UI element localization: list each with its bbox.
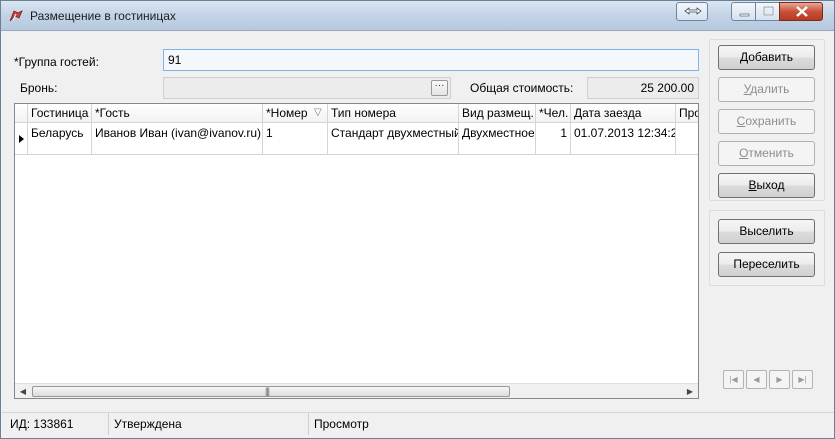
relocate-button[interactable]: Переселить xyxy=(718,252,815,277)
last-record-icon[interactable]: ▶| xyxy=(792,370,813,389)
column-header-placement[interactable]: Вид размещ. xyxy=(459,104,536,123)
delete-button-label: далить xyxy=(750,82,790,96)
exit-button[interactable]: Выход xyxy=(718,173,815,198)
cell-room-type[interactable]: Стандарт двухместный xyxy=(328,123,459,155)
bron-field[interactable] xyxy=(163,77,451,99)
cell-more[interactable] xyxy=(676,123,698,155)
total-label: Общая стоимость: xyxy=(470,81,574,95)
next-record-icon[interactable]: ▶ xyxy=(769,370,790,389)
row-indicator-header xyxy=(15,104,28,123)
column-header-guest[interactable]: *Гость xyxy=(92,104,263,123)
close-icon[interactable] xyxy=(779,2,823,21)
column-header-checkin[interactable]: Дата заезда xyxy=(571,104,676,123)
scroll-grip-icon: ||| xyxy=(265,386,270,396)
cell-guest[interactable]: Иванов Иван (ivan@ivanov.ru) xyxy=(92,123,263,155)
column-header-more[interactable]: Про xyxy=(676,104,698,123)
cell-hotel[interactable]: Беларусь xyxy=(28,123,92,155)
add-button[interactable]: Добавить xyxy=(718,45,815,70)
restore-arrows-icon[interactable] xyxy=(676,2,708,21)
group-field[interactable]: 91 xyxy=(163,49,699,71)
first-record-icon[interactable]: |◀ xyxy=(723,370,744,389)
cell-room[interactable]: 1 xyxy=(263,123,328,155)
group-label: *Группа гостей: xyxy=(14,55,99,69)
add-button-hotkey: Д xyxy=(739,50,749,64)
scroll-left-icon[interactable]: ◀ xyxy=(17,386,29,397)
bron-label: Бронь: xyxy=(20,81,58,95)
evict-button[interactable]: Выселить xyxy=(718,219,815,244)
column-header-room-label: *Номер xyxy=(266,106,308,120)
ellipsis-button[interactable]: ··· xyxy=(431,80,448,96)
status-mode: Просмотр xyxy=(314,417,369,431)
row-pointer-icon xyxy=(19,135,24,143)
prev-record-icon[interactable]: ◀ xyxy=(746,370,767,389)
sort-filter-icon[interactable]: ▽ xyxy=(314,107,322,118)
save-button-label: охранить xyxy=(745,114,797,128)
column-header-room[interactable]: *Номер ▽ xyxy=(263,104,328,123)
scroll-right-icon[interactable]: ▶ xyxy=(684,386,696,397)
scroll-thumb[interactable]: ||| xyxy=(32,386,510,397)
grid-header: Гостиница *Гость *Номер ▽ Тип номера Вид… xyxy=(15,104,698,123)
cancel-button-label: тменить xyxy=(748,146,794,160)
column-header-persons[interactable]: *Чел. xyxy=(536,104,571,123)
status-id: ИД: 133861 xyxy=(5,413,109,435)
status-state: Утверждена xyxy=(109,413,309,435)
horizontal-scrollbar[interactable]: ◀ ||| ▶ xyxy=(15,383,698,398)
app-icon xyxy=(8,8,24,24)
column-header-hotel[interactable]: Гостиница xyxy=(28,104,92,123)
add-button-label: обавить xyxy=(748,50,794,64)
status-bar: ИД: 133861 Утверждена Просмотр xyxy=(2,412,834,435)
cell-placement[interactable]: Двухместное xyxy=(459,123,536,155)
minimize-icon[interactable] xyxy=(731,2,756,21)
current-row-indicator xyxy=(15,123,28,155)
total-field: 25 200.00 xyxy=(587,77,699,99)
save-button[interactable]: Сохранить xyxy=(718,109,815,134)
table-row[interactable]: Беларусь Иванов Иван (ivan@ivanov.ru) 1 … xyxy=(15,123,698,155)
title-bar[interactable]: Размещение в гостиницах xyxy=(1,1,834,31)
hotel-placement-window: Размещение в гостиницах *Группа гостей: … xyxy=(0,0,835,439)
exit-button-hotkey: В xyxy=(748,178,757,192)
exit-button-label: ыход xyxy=(756,178,785,192)
maximize-icon[interactable] xyxy=(755,2,780,21)
column-header-room-type[interactable]: Тип номера xyxy=(328,104,459,123)
guests-grid[interactable]: Гостиница *Гость *Номер ▽ Тип номера Вид… xyxy=(14,103,699,399)
cell-checkin[interactable]: 01.07.2013 12:34:27 xyxy=(571,123,676,155)
delete-button[interactable]: Удалить xyxy=(718,77,815,102)
cancel-button[interactable]: Отменить xyxy=(718,141,815,166)
window-title: Размещение в гостиницах xyxy=(30,9,176,23)
cell-persons[interactable]: 1 xyxy=(536,123,571,155)
